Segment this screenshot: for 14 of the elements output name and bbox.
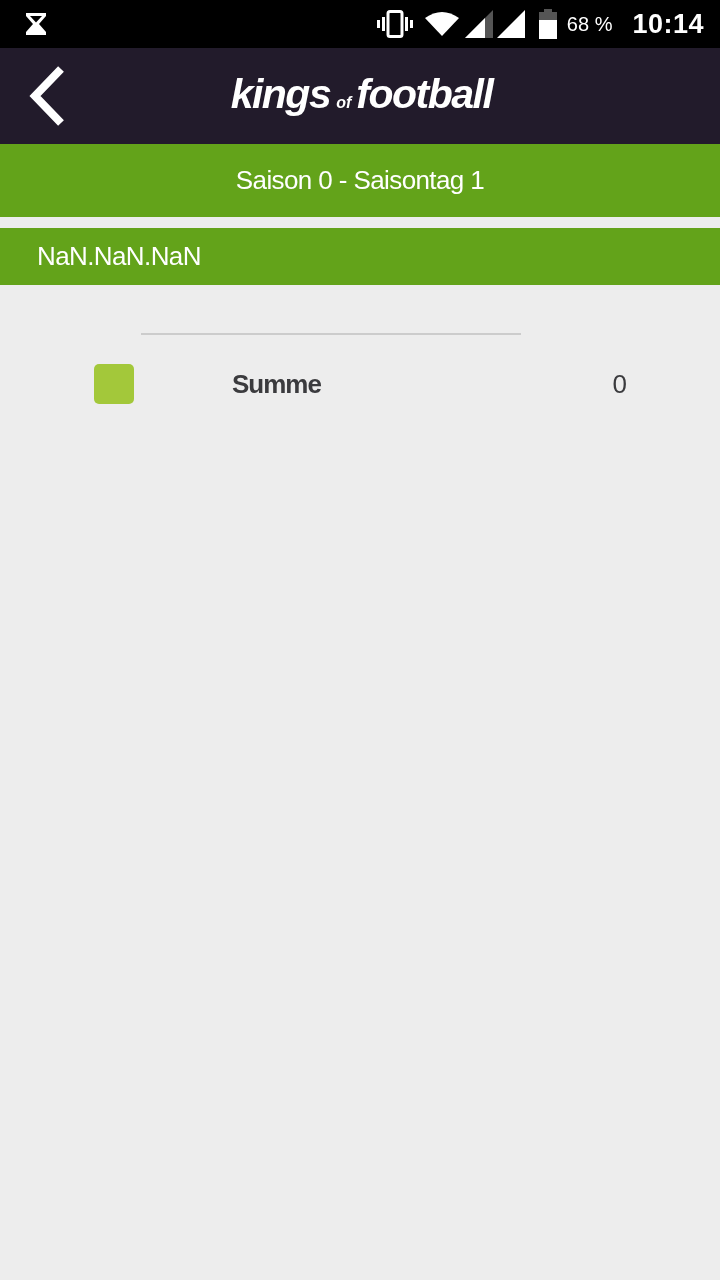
sum-label: Summe: [232, 368, 322, 400]
signal-icon: [496, 10, 525, 38]
back-chevron-icon: [28, 66, 66, 126]
season-title: Saison 0 - Saisontag 1: [235, 165, 485, 196]
app-logo: kings of football: [230, 70, 493, 118]
battery-icon: [538, 9, 557, 39]
clock-time: 10:14: [632, 8, 704, 40]
vibrate-icon: [376, 10, 413, 38]
battery-percent: 68 %: [566, 12, 613, 36]
signal-icon: [464, 10, 493, 38]
hourglass-icon: [25, 12, 47, 36]
wifi-icon: [424, 12, 459, 36]
sum-value: 0: [612, 368, 627, 400]
date-label: NaN.NaN.NaN: [37, 241, 201, 272]
